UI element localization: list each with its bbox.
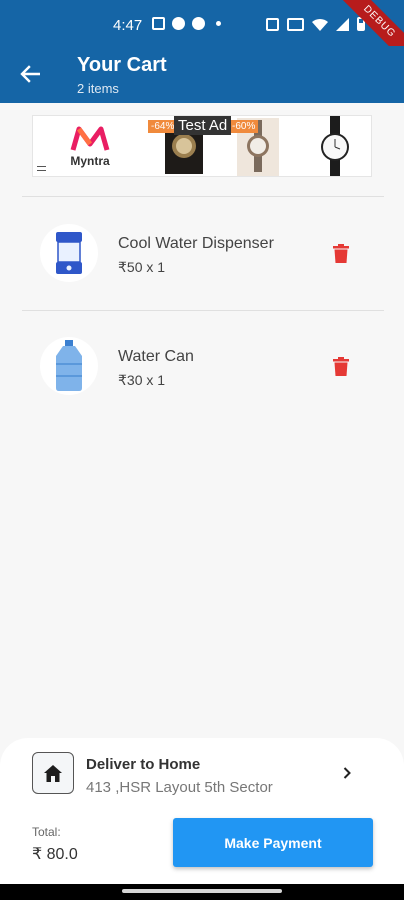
- app-icon: [172, 17, 185, 30]
- ad-label: Test Ad: [174, 116, 232, 135]
- checkout-sheet: Deliver to Home 413 ,HSR Layout 5th Sect…: [0, 738, 404, 884]
- item-count: 2 items: [77, 81, 119, 96]
- status-bar: 4:47 DEBUG: [0, 0, 404, 68]
- total-value: ₹ 80.0: [32, 846, 78, 863]
- delivery-address-row[interactable]: Deliver to Home 413 ,HSR Layout 5th Sect…: [0, 738, 404, 814]
- status-time: 4:47: [113, 17, 143, 34]
- wifi-icon: [312, 18, 328, 31]
- item-name: Water Can: [118, 348, 194, 365]
- cast-icon: [287, 17, 304, 31]
- app-bar: Your Cart 2 items: [0, 46, 404, 103]
- page-title: Your Cart: [77, 54, 167, 76]
- message-icon: [152, 17, 165, 30]
- delivery-title: Deliver to Home: [86, 756, 201, 773]
- item-price: ₹50 x 1: [118, 259, 166, 275]
- make-payment-button[interactable]: Make Payment: [173, 818, 373, 867]
- home-icon: [44, 764, 62, 782]
- divider: [22, 310, 384, 311]
- ad-brand: Myntra: [33, 116, 147, 176]
- ad-discount-badge: -64%: [148, 120, 178, 133]
- signal-icon: [336, 17, 349, 31]
- status-left-icons: [152, 17, 221, 30]
- nfc-icon: [266, 17, 279, 31]
- item-name: Cool Water Dispenser: [118, 235, 274, 252]
- status-right-icons: [266, 17, 365, 31]
- notification-dot-icon: [216, 21, 221, 26]
- total-label: Total:: [32, 825, 61, 839]
- cart-item: Water Can ₹30 x 1: [0, 318, 404, 418]
- screen: 4:47 DEBUG Your Cart 2 items Myntra -64%…: [0, 0, 404, 900]
- home-gesture-handle[interactable]: [122, 889, 282, 893]
- home-icon-box: [32, 752, 74, 794]
- trash-icon: [333, 356, 349, 376]
- delivery-address: 413 ,HSR Layout 5th Sector: [86, 779, 273, 796]
- ad-discount-badge: -60%: [229, 120, 259, 133]
- water-dispenser-icon: [56, 232, 82, 274]
- trash-icon: [333, 243, 349, 263]
- delete-button[interactable]: [329, 353, 353, 379]
- arrow-back-icon: [20, 65, 40, 83]
- myntra-logo-icon: [70, 126, 110, 151]
- ad-menu-icon[interactable]: [37, 166, 46, 171]
- water-can-icon: [56, 340, 82, 391]
- system-nav-bar: [0, 884, 404, 900]
- cart-item: Cool Water Dispenser ₹50 x 1: [0, 205, 404, 305]
- item-image: [40, 224, 98, 282]
- chevron-right-icon: [340, 766, 354, 780]
- app-icon: [192, 17, 205, 30]
- divider: [22, 196, 384, 197]
- ad-brand-name: Myntra: [70, 154, 110, 168]
- back-button[interactable]: [14, 58, 46, 90]
- item-price: ₹30 x 1: [118, 372, 166, 388]
- ad-product-image: [297, 116, 371, 176]
- item-image: [40, 337, 98, 395]
- delete-button[interactable]: [329, 240, 353, 266]
